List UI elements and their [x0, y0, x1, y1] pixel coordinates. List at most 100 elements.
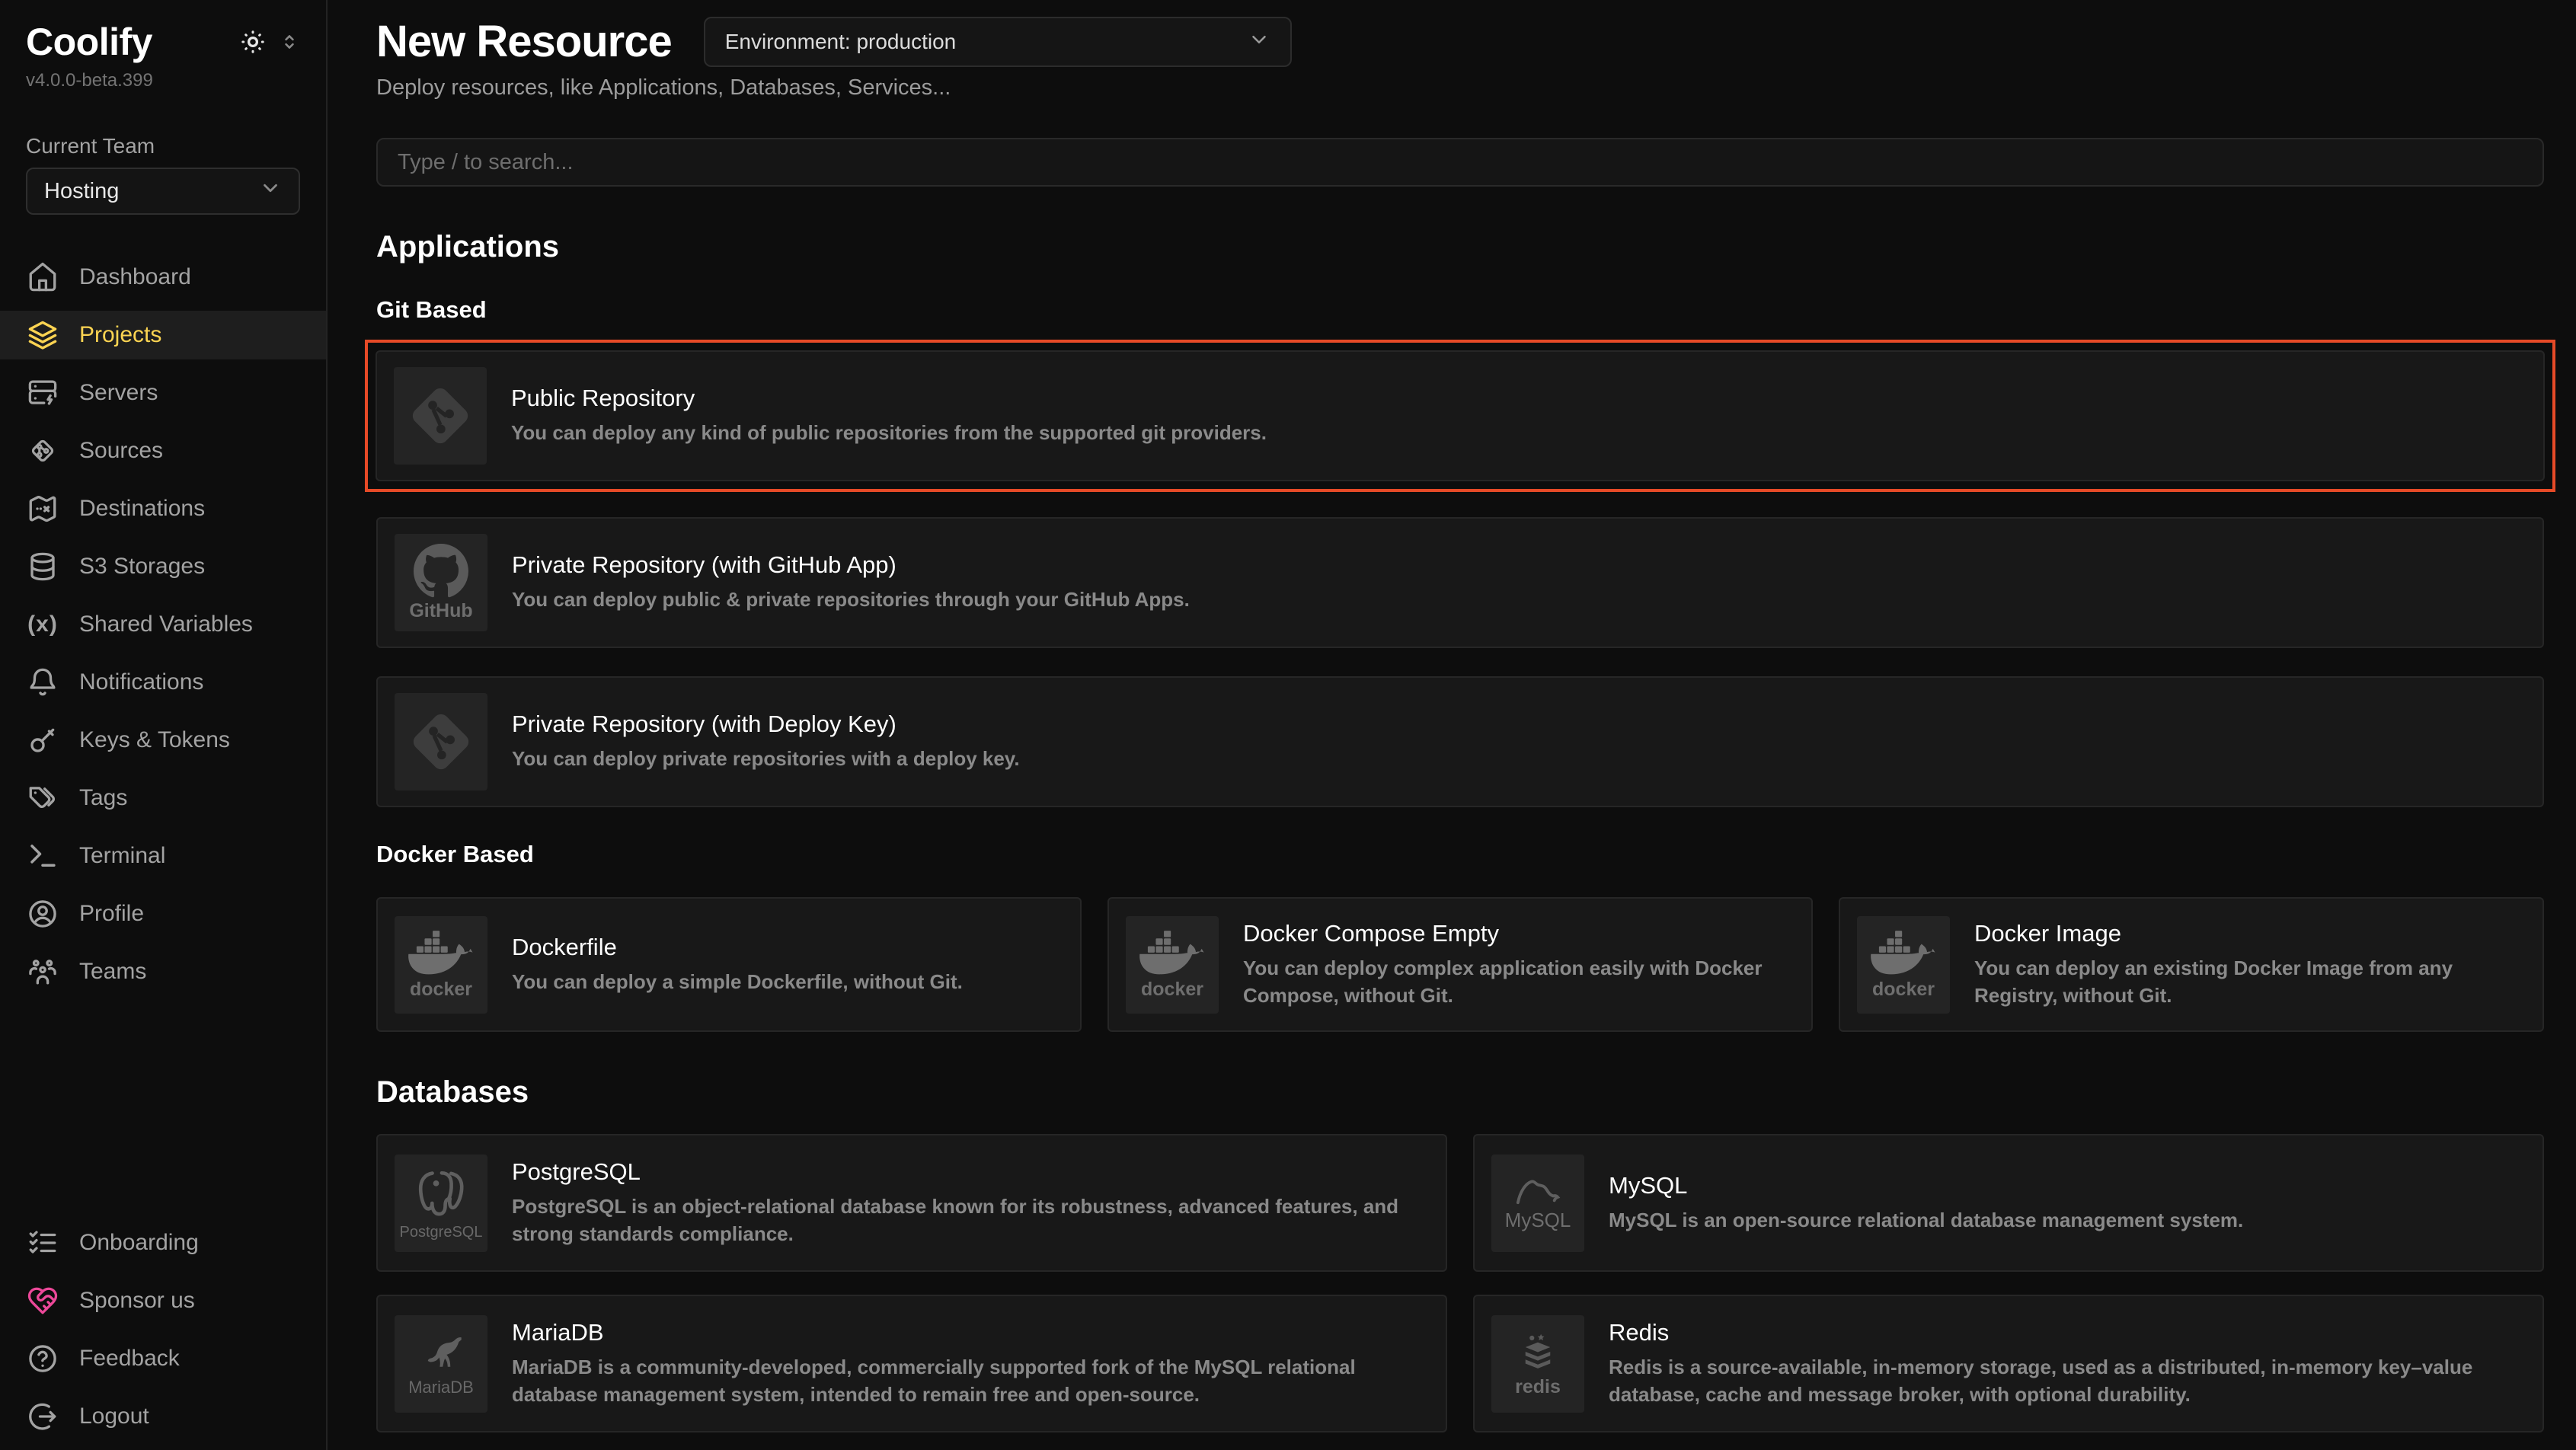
- app-logo[interactable]: Coolify: [26, 20, 152, 64]
- sidebar-item-shared-variables[interactable]: (x) Shared Variables: [0, 600, 326, 649]
- sidebar-item-destinations[interactable]: Destinations: [0, 484, 326, 533]
- logout-icon: [26, 1400, 59, 1432]
- mysql-icon: MySQL: [1491, 1155, 1584, 1252]
- docker-icon: docker: [1857, 916, 1950, 1014]
- resource-card-public-repository[interactable]: Public Repository You can deploy any kin…: [376, 350, 2545, 481]
- sidebar-item-label: Teams: [79, 959, 146, 985]
- resource-card-mysql[interactable]: MySQL MySQL MySQL is an open-source rela…: [1473, 1134, 2544, 1272]
- main-content: New Resource Environment: production Dep…: [328, 0, 2576, 1450]
- sidebar-item-sources[interactable]: Sources: [0, 426, 326, 475]
- search-input[interactable]: [376, 138, 2544, 187]
- environment-select[interactable]: Environment: production: [704, 17, 1292, 67]
- card-description: You can deploy any kind of public reposi…: [511, 420, 1267, 446]
- postgresql-icon: PostgreSQL: [395, 1155, 487, 1252]
- list-checks-icon: [26, 1227, 59, 1259]
- sidebar-item-label: Sources: [79, 438, 163, 464]
- environment-select-value: Environment: production: [725, 30, 957, 54]
- sidebar-item-dashboard[interactable]: Dashboard: [0, 253, 326, 302]
- current-team-label: Current Team: [26, 134, 300, 158]
- card-description: You can deploy public & private reposito…: [512, 586, 1190, 613]
- sidebar-item-s3-storages[interactable]: S3 Storages: [0, 542, 326, 591]
- sidebar-item-label: Destinations: [79, 496, 205, 522]
- server-icon: [26, 377, 59, 409]
- sidebar-footer-nav: Onboarding Sponsor us Feedback Logout: [0, 1218, 326, 1441]
- chevrons-up-down-icon[interactable]: [279, 31, 300, 53]
- mariadb-logo-caption: MariaDB: [408, 1378, 474, 1396]
- team-select[interactable]: Hosting: [26, 168, 300, 215]
- card-title: MariaDB: [512, 1319, 1429, 1346]
- card-title: Docker Compose Empty: [1243, 920, 1795, 947]
- mariadb-icon: MariaDB: [395, 1315, 487, 1413]
- resource-card-private-github-app[interactable]: GitHub Private Repository (with GitHub A…: [376, 517, 2544, 648]
- page-title: New Resource: [376, 15, 672, 69]
- docker-logo-caption: docker: [1141, 979, 1203, 999]
- sidebar-item-onboarding[interactable]: Onboarding: [0, 1218, 326, 1267]
- sidebar-item-logout[interactable]: Logout: [0, 1392, 326, 1441]
- heart-handshake-icon: [26, 1285, 59, 1317]
- sidebar-item-label: Tags: [79, 785, 127, 811]
- tags-icon: [26, 782, 59, 814]
- page-subtitle: Deploy resources, like Applications, Dat…: [376, 75, 2544, 101]
- databases-heading: Databases: [376, 1075, 2544, 1109]
- applications-heading: Applications: [376, 230, 2544, 263]
- sidebar-item-teams[interactable]: Teams: [0, 947, 326, 996]
- sidebar-item-label: Keys & Tokens: [79, 727, 230, 753]
- sidebar-item-label: Dashboard: [79, 264, 191, 290]
- user-circle-icon: [26, 898, 59, 930]
- map-icon: [26, 493, 59, 525]
- card-title: Docker Image: [1974, 920, 2526, 947]
- postgresql-logo-caption: PostgreSQL: [400, 1225, 483, 1241]
- sidebar-item-label: S3 Storages: [79, 554, 205, 580]
- card-title: PostgreSQL: [512, 1158, 1429, 1186]
- sidebar-item-label: Projects: [79, 322, 161, 348]
- home-icon: [26, 261, 59, 293]
- help-circle-icon: [26, 1343, 59, 1375]
- resource-card-dockerfile[interactable]: docker Dockerfile You can deploy a simpl…: [376, 897, 1082, 1032]
- sidebar-item-label: Onboarding: [79, 1230, 199, 1256]
- sidebar-item-keys-tokens[interactable]: Keys & Tokens: [0, 716, 326, 765]
- card-description: MySQL is an open-source relational datab…: [1609, 1207, 2243, 1234]
- card-description: You can deploy private repositories with…: [512, 746, 1020, 772]
- card-description: PostgreSQL is an object-relational datab…: [512, 1193, 1429, 1247]
- sidebar-item-label: Terminal: [79, 843, 165, 869]
- sidebar-item-notifications[interactable]: Notifications: [0, 658, 326, 707]
- sidebar-item-sponsor-us[interactable]: Sponsor us: [0, 1276, 326, 1325]
- sidebar-item-label: Shared Variables: [79, 612, 253, 637]
- card-description: Redis is a source-available, in-memory s…: [1609, 1354, 2526, 1407]
- redis-logo-caption: redis: [1515, 1377, 1561, 1397]
- card-description: You can deploy complex application easil…: [1243, 955, 1795, 1008]
- sidebar-item-label: Servers: [79, 380, 158, 406]
- card-title: Private Repository (with Deploy Key): [512, 711, 1020, 738]
- resource-card-mariadb[interactable]: MariaDB MariaDB MariaDB is a community-d…: [376, 1295, 1447, 1432]
- theme-toggle-sun-icon[interactable]: [239, 28, 267, 56]
- resource-card-redis[interactable]: redis Redis Redis is a source-available,…: [1473, 1295, 2544, 1432]
- docker-cards-grid: docker Dockerfile You can deploy a simpl…: [376, 897, 2544, 1032]
- app-version: v4.0.0-beta.399: [26, 70, 300, 91]
- sidebar-item-projects[interactable]: Projects: [0, 311, 326, 359]
- database-cards-grid: PostgreSQL PostgreSQL PostgreSQL is an o…: [376, 1134, 2544, 1432]
- card-description: MariaDB is a community-developed, commer…: [512, 1354, 1429, 1407]
- sidebar-item-feedback[interactable]: Feedback: [0, 1334, 326, 1383]
- sidebar-item-label: Notifications: [79, 669, 203, 695]
- mysql-logo-caption: MySQL: [1505, 1210, 1571, 1231]
- resource-card-private-deploy-key[interactable]: Private Repository (with Deploy Key) You…: [376, 676, 2544, 807]
- key-icon: [26, 724, 59, 756]
- redis-icon: redis: [1491, 1315, 1584, 1413]
- team-select-value: Hosting: [44, 179, 119, 204]
- sidebar-item-terminal[interactable]: Terminal: [0, 832, 326, 880]
- sidebar-item-label: Profile: [79, 901, 144, 927]
- terminal-icon: [26, 840, 59, 872]
- resource-card-docker-image[interactable]: docker Docker Image You can deploy an ex…: [1839, 897, 2544, 1032]
- variables-icon: (x): [26, 613, 59, 636]
- resource-card-docker-compose-empty[interactable]: docker Docker Compose Empty You can depl…: [1107, 897, 1813, 1032]
- resource-card-postgresql[interactable]: PostgreSQL PostgreSQL PostgreSQL is an o…: [376, 1134, 1447, 1272]
- sidebar-item-tags[interactable]: Tags: [0, 774, 326, 822]
- sidebar-item-servers[interactable]: Servers: [0, 369, 326, 417]
- sidebar-item-label: Feedback: [79, 1346, 180, 1372]
- sidebar: Coolify v4.0.0-beta.399: [0, 0, 328, 1450]
- sidebar-item-profile[interactable]: Profile: [0, 889, 326, 938]
- docker-icon: docker: [1126, 916, 1219, 1014]
- sidebar-nav: Dashboard Projects Servers Sources: [0, 253, 326, 996]
- git-icon: [395, 693, 487, 790]
- sidebar-item-label: Sponsor us: [79, 1288, 195, 1314]
